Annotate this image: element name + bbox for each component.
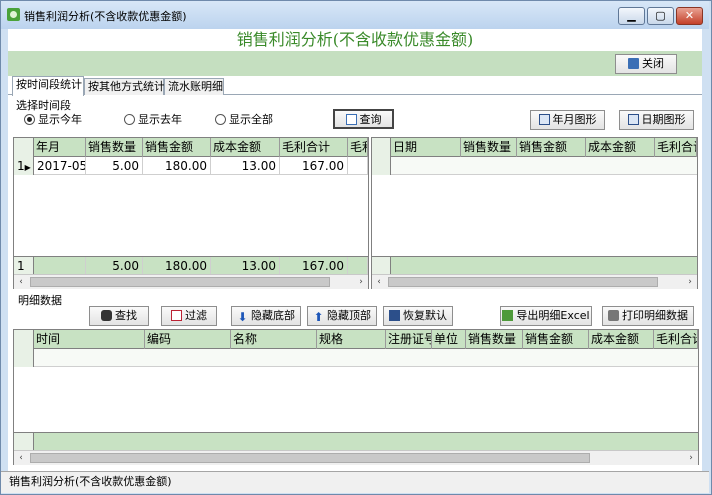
period-group-label: 选择时间段 xyxy=(16,99,71,112)
minimize-button[interactable]: ▁ xyxy=(618,7,645,25)
arrow-up-icon: ⬆ xyxy=(313,310,324,324)
close-button[interactable]: 关闭 xyxy=(615,54,677,74)
page-title: 销售利润分析(不含收款优惠金额) xyxy=(8,29,702,51)
export-excel-button[interactable]: 导出明细Excel xyxy=(500,306,592,326)
detail-section-label: 明细数据 xyxy=(18,294,62,307)
calendar-icon xyxy=(627,114,639,125)
exit-door-icon xyxy=(628,58,639,69)
detail-grid[interactable]: 时间 编码 名称 规格 注册证号 单位 销售数量 销售金额 成本金额 毛利合计 … xyxy=(13,329,699,465)
col-sales-amount[interactable]: 销售金额 xyxy=(143,138,211,157)
col-gross-profit[interactable]: 毛利合计 xyxy=(654,330,698,349)
scroll-left-icon[interactable]: ‹ xyxy=(372,275,386,289)
spreadsheet-icon xyxy=(502,310,514,321)
col-reg-cert[interactable]: 注册证号 xyxy=(386,330,432,349)
col-month[interactable]: 年月 xyxy=(34,138,86,157)
restore-default-button[interactable]: 恢复默认 xyxy=(383,306,453,326)
filter-button[interactable]: 过滤 xyxy=(161,306,217,326)
tab-by-other[interactable]: 按其他方式统计 xyxy=(84,78,165,95)
day-chart-button[interactable]: 日期图形 xyxy=(619,110,694,130)
day-grid-scrollbar[interactable]: ‹ › xyxy=(372,274,697,289)
app-icon xyxy=(7,8,20,21)
scroll-left-icon[interactable]: ‹ xyxy=(14,451,28,465)
day-summary-grid[interactable]: 日期 销售数量 销售金额 成本金额 毛利合计 ‹ › xyxy=(371,137,698,289)
printer-icon xyxy=(608,310,619,321)
search-doc-icon xyxy=(345,114,357,125)
col-time[interactable]: 时间 xyxy=(34,330,145,349)
scroll-left-icon[interactable]: ‹ xyxy=(14,275,28,289)
table-row[interactable] xyxy=(14,349,698,367)
detail-grid-scrollbar[interactable]: ‹ › xyxy=(14,450,698,465)
scroll-thumb[interactable] xyxy=(30,277,330,287)
grid-icon xyxy=(389,310,400,321)
grid-footer-totals xyxy=(372,256,697,275)
col-spec[interactable]: 规格 xyxy=(317,330,386,349)
col-sales-amount[interactable]: 销售金额 xyxy=(523,330,589,349)
month-grid-scrollbar[interactable]: ‹ › xyxy=(14,274,368,289)
month-chart-button[interactable]: 年月图形 xyxy=(530,110,605,130)
arrow-down-icon: ⬇ xyxy=(237,310,248,324)
calendar-icon xyxy=(538,114,550,125)
col-sales-qty[interactable]: 销售数量 xyxy=(86,138,143,157)
col-gross-profit[interactable]: 毛利合计 xyxy=(280,138,348,157)
tab-by-period[interactable]: 按时间段统计 xyxy=(12,76,84,96)
hide-bottom-button[interactable]: ⬇ 隐藏底部 xyxy=(231,306,301,326)
find-button[interactable]: 查找 xyxy=(89,306,149,326)
col-cost-amount[interactable]: 成本金额 xyxy=(211,138,280,157)
scroll-thumb[interactable] xyxy=(388,277,658,287)
scroll-thumb[interactable] xyxy=(30,453,590,463)
status-bar: 销售利润分析(不含收款优惠金额) xyxy=(1,471,709,493)
toolbar xyxy=(8,51,702,76)
col-name[interactable]: 名称 xyxy=(231,330,317,349)
binoculars-icon xyxy=(101,310,112,321)
hide-top-button[interactable]: ⬆ 隐藏顶部 xyxy=(307,306,377,326)
scroll-right-icon[interactable]: › xyxy=(684,451,698,465)
col-sales-qty[interactable]: 销售数量 xyxy=(466,330,523,349)
col-gross-profit[interactable]: 毛利合计 xyxy=(655,138,697,157)
row-pointer-icon: ▶ xyxy=(24,163,31,172)
col-cost-amount[interactable]: 成本金额 xyxy=(586,138,655,157)
radio-last-year[interactable]: 显示去年 xyxy=(124,113,182,127)
grid-footer-totals xyxy=(14,432,698,451)
table-row[interactable]: 1▶ 2017-05 5.00 180.00 13.00 167.00 xyxy=(14,157,368,175)
grid-footer-totals: 1 5.00 180.00 13.00 167.00 xyxy=(14,256,368,275)
tab-ledger-detail[interactable]: 流水账明细 xyxy=(164,78,224,95)
close-window-button[interactable]: ✕ xyxy=(676,7,703,25)
radio-all[interactable]: 显示全部 xyxy=(215,113,273,127)
col-sales-qty[interactable]: 销售数量 xyxy=(461,138,517,157)
query-button[interactable]: 查询 xyxy=(333,109,394,129)
filter-icon xyxy=(171,310,182,321)
scroll-right-icon[interactable]: › xyxy=(683,275,697,289)
table-row[interactable] xyxy=(372,157,697,175)
col-date[interactable]: 日期 xyxy=(391,138,461,157)
window-title: 销售利润分析(不含收款优惠金额) xyxy=(24,10,187,23)
maximize-button[interactable]: ▢ xyxy=(647,7,674,25)
grid-header: 时间 编码 名称 规格 注册证号 单位 销售数量 销售金额 成本金额 毛利合计 xyxy=(14,330,698,349)
radio-this-year[interactable]: 显示今年 xyxy=(24,113,82,127)
print-detail-button[interactable]: 打印明细数据 xyxy=(602,306,694,326)
col-code[interactable]: 编码 xyxy=(145,330,231,349)
col-sales-amount[interactable]: 销售金额 xyxy=(517,138,586,157)
grid-header: 年月 销售数量 销售金额 成本金额 毛利合计 毛利 xyxy=(14,138,368,157)
col-cost-amount[interactable]: 成本金额 xyxy=(589,330,654,349)
month-summary-grid[interactable]: 年月 销售数量 销售金额 成本金额 毛利合计 毛利 1▶ 2017-05 5.0… xyxy=(13,137,369,289)
col-profit-partial[interactable]: 毛利 xyxy=(348,138,368,157)
scroll-right-icon[interactable]: › xyxy=(354,275,368,289)
col-unit[interactable]: 单位 xyxy=(432,330,466,349)
grid-header: 日期 销售数量 销售金额 成本金额 毛利合计 xyxy=(372,138,697,157)
